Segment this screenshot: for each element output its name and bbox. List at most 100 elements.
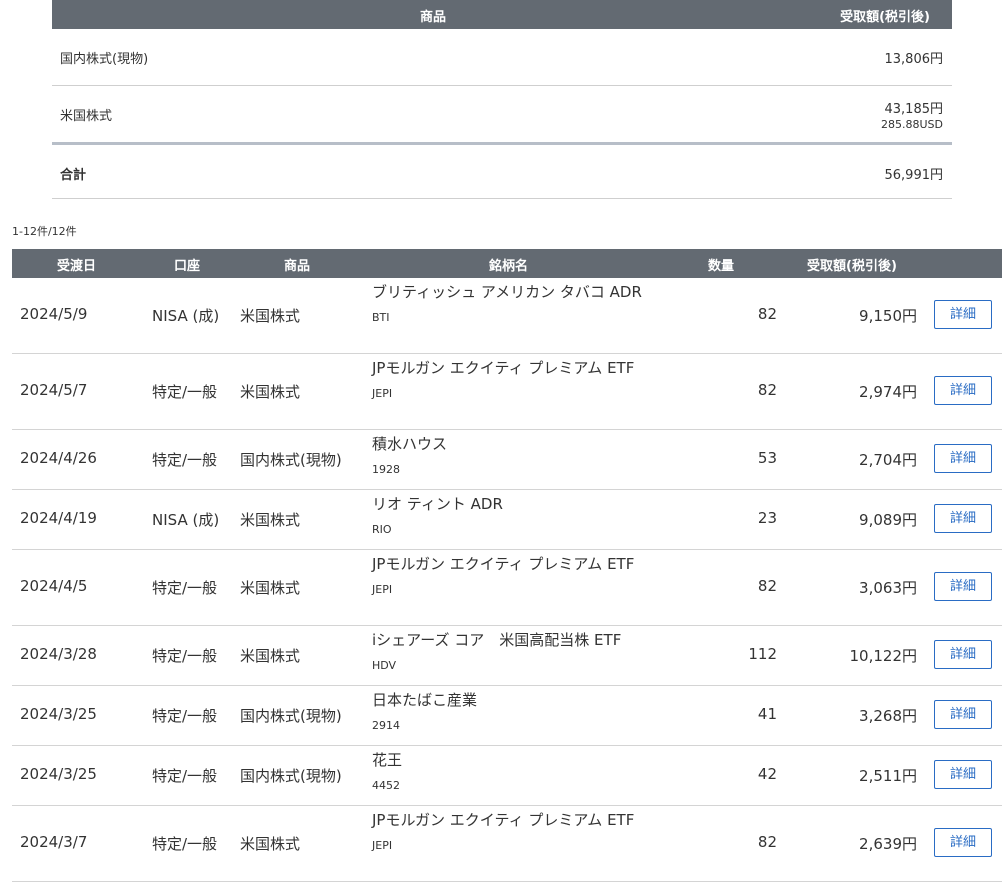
- security-code: JEPI: [372, 839, 393, 852]
- quantity-cell: 82: [757, 305, 777, 323]
- account-cell: 特定/一般: [152, 647, 218, 665]
- security-code: JEPI: [372, 583, 393, 596]
- account-cell: 特定/一般: [152, 707, 218, 725]
- summary-table: 商品 受取額(税引後) 国内株式(現物) 13,806円 米国株式 43,185…: [52, 0, 952, 199]
- security-code: BTI: [372, 311, 390, 324]
- date-cell: 2024/3/25: [20, 705, 97, 723]
- table-row: 2024/4/26 特定/一般 国内株式(現物) 53 2,704円 積水ハウス 1928 詳…: [12, 430, 1002, 490]
- table-row: 2024/3/7 特定/一般 米国株式 82 2,639円 JPモルガン エクイティ プレ…: [12, 806, 1002, 882]
- account-cell: NISA (成): [152, 511, 220, 529]
- security-name-cell: JPモルガン エクイティ プレミアム ETF JEPI: [372, 812, 652, 854]
- quantity-cell: 42: [757, 765, 777, 783]
- dividend-table: 受渡日 口座 商品 銘柄名 数量 受取額(税引後) 2024/5/9 NISA (…: [12, 249, 1002, 882]
- header-name: 銘柄名: [489, 259, 529, 274]
- security-name-cell: 花王 4452: [372, 752, 652, 794]
- product-cell: 国内株式(現物): [240, 707, 342, 725]
- table-row: 2024/5/7 特定/一般 米国株式 82 2,974円 JPモルガン エクイティ プレ…: [12, 354, 1002, 430]
- account-cell: 特定/一般: [152, 579, 218, 597]
- security-name-cell: 積水ハウス 1928: [372, 436, 652, 478]
- security-code: 1928: [372, 463, 400, 476]
- amount-cell: 9,089円: [859, 511, 917, 529]
- amount-cell: 2,974円: [859, 383, 917, 401]
- summary-row-amount: 43,185円: [884, 102, 944, 117]
- product-cell: 米国株式: [240, 647, 301, 665]
- summary-row-label: 国内株式(現物): [60, 52, 149, 67]
- table-row: 2024/5/9 NISA (成) 米国株式 82 9,150円 ブリティッシュ アメリカ…: [12, 278, 1002, 354]
- detail-button[interactable]: 詳細: [934, 504, 992, 533]
- table-row: 2024/3/25 特定/一般 国内株式(現物) 42 2,511円 花王 4452 詳細: [12, 746, 1002, 806]
- table-row: 2024/3/25 特定/一般 国内株式(現物) 41 3,268円 日本たばこ産業 291…: [12, 686, 1002, 746]
- dividend-table-body: 2024/5/9 NISA (成) 米国株式 82 9,150円 ブリティッシュ アメリカ…: [12, 278, 1002, 882]
- security-name: リオ ティント ADR: [372, 495, 503, 513]
- account-cell: 特定/一般: [152, 451, 218, 469]
- date-cell: 2024/3/25: [20, 765, 97, 783]
- quantity-cell: 82: [757, 381, 777, 399]
- detail-button[interactable]: 詳細: [934, 376, 992, 405]
- security-name: 花王: [372, 751, 403, 769]
- table-row: 2024/4/5 特定/一般 米国株式 82 3,063円 JPモルガン エクイティ プレ…: [12, 550, 1002, 626]
- security-code: JEPI: [372, 387, 393, 400]
- security-name: ブリティッシュ アメリカン タバコ ADR: [372, 283, 642, 301]
- product-cell: 米国株式: [240, 383, 301, 401]
- summary-total-label: 合計: [60, 168, 87, 183]
- amount-cell: 3,268円: [859, 707, 917, 725]
- quantity-cell: 82: [757, 577, 777, 595]
- quantity-cell: 82: [757, 833, 777, 851]
- date-cell: 2024/3/7: [20, 833, 88, 851]
- security-name-cell: ブリティッシュ アメリカン タバコ ADR BTI: [372, 284, 652, 326]
- table-row: 2024/3/28 特定/一般 米国株式 112 10,122円 iシェアーズ コア 米国…: [12, 626, 1002, 686]
- date-cell: 2024/5/7: [20, 381, 88, 399]
- result-count: 1-12件/12件: [12, 225, 77, 238]
- product-cell: 国内株式(現物): [240, 451, 342, 469]
- summary-total-amount: 56,991円: [884, 168, 944, 183]
- security-name: iシェアーズ コア 米国高配当株 ETF: [372, 631, 622, 649]
- detail-button[interactable]: 詳細: [934, 640, 992, 669]
- header-date: 受渡日: [57, 259, 97, 274]
- security-name-cell: iシェアーズ コア 米国高配当株 ETF HDV: [372, 632, 652, 674]
- summary-total-row: 合計 56,991円: [52, 145, 952, 199]
- date-cell: 2024/4/19: [20, 509, 97, 527]
- security-code: 4452: [372, 779, 400, 792]
- account-cell: NISA (成): [152, 307, 220, 325]
- amount-cell: 2,639円: [859, 835, 917, 853]
- security-name: JPモルガン エクイティ プレミアム ETF: [372, 811, 635, 829]
- product-cell: 国内株式(現物): [240, 767, 342, 785]
- product-cell: 米国株式: [240, 511, 301, 529]
- header-account: 口座: [174, 259, 201, 274]
- header-qty: 数量: [708, 259, 735, 274]
- amount-cell: 3,063円: [859, 579, 917, 597]
- date-cell: 2024/3/28: [20, 645, 97, 663]
- detail-button[interactable]: 詳細: [934, 572, 992, 601]
- header-amount: 受取額(税引後): [807, 259, 897, 274]
- security-code: RIO: [372, 523, 392, 536]
- security-name: 日本たばこ産業: [372, 691, 478, 709]
- account-cell: 特定/一般: [152, 383, 218, 401]
- detail-button[interactable]: 詳細: [934, 444, 992, 473]
- date-cell: 2024/4/5: [20, 577, 88, 595]
- security-name: 積水ハウス: [372, 435, 448, 453]
- header-product: 商品: [284, 259, 311, 274]
- quantity-cell: 23: [757, 509, 777, 527]
- security-name-cell: JPモルガン エクイティ プレミアム ETF JEPI: [372, 556, 652, 598]
- product-cell: 米国株式: [240, 579, 301, 597]
- detail-button[interactable]: 詳細: [934, 300, 992, 329]
- detail-button[interactable]: 詳細: [934, 700, 992, 729]
- summary-row: 国内株式(現物) 13,806円: [52, 29, 952, 86]
- quantity-cell: 41: [757, 705, 777, 723]
- quantity-cell: 112: [748, 645, 777, 663]
- summary-row-label: 米国株式: [60, 109, 113, 124]
- account-cell: 特定/一般: [152, 767, 218, 785]
- date-cell: 2024/5/9: [20, 305, 88, 323]
- summary-row-amount: 13,806円: [884, 52, 944, 67]
- summary-row-amount-group: 43,185円 285.88USD: [881, 98, 943, 131]
- product-cell: 米国株式: [240, 835, 301, 853]
- summary-header: 商品 受取額(税引後): [52, 0, 952, 29]
- detail-button[interactable]: 詳細: [934, 760, 992, 789]
- security-name: JPモルガン エクイティ プレミアム ETF: [372, 555, 635, 573]
- summary-header-product: 商品: [420, 10, 447, 25]
- summary-row: 米国株式 43,185円 285.88USD: [52, 86, 952, 145]
- summary-row-usd-amount: 285.88USD: [881, 118, 943, 131]
- quantity-cell: 53: [757, 449, 777, 467]
- product-cell: 米国株式: [240, 307, 301, 325]
- account-cell: 特定/一般: [152, 835, 218, 853]
